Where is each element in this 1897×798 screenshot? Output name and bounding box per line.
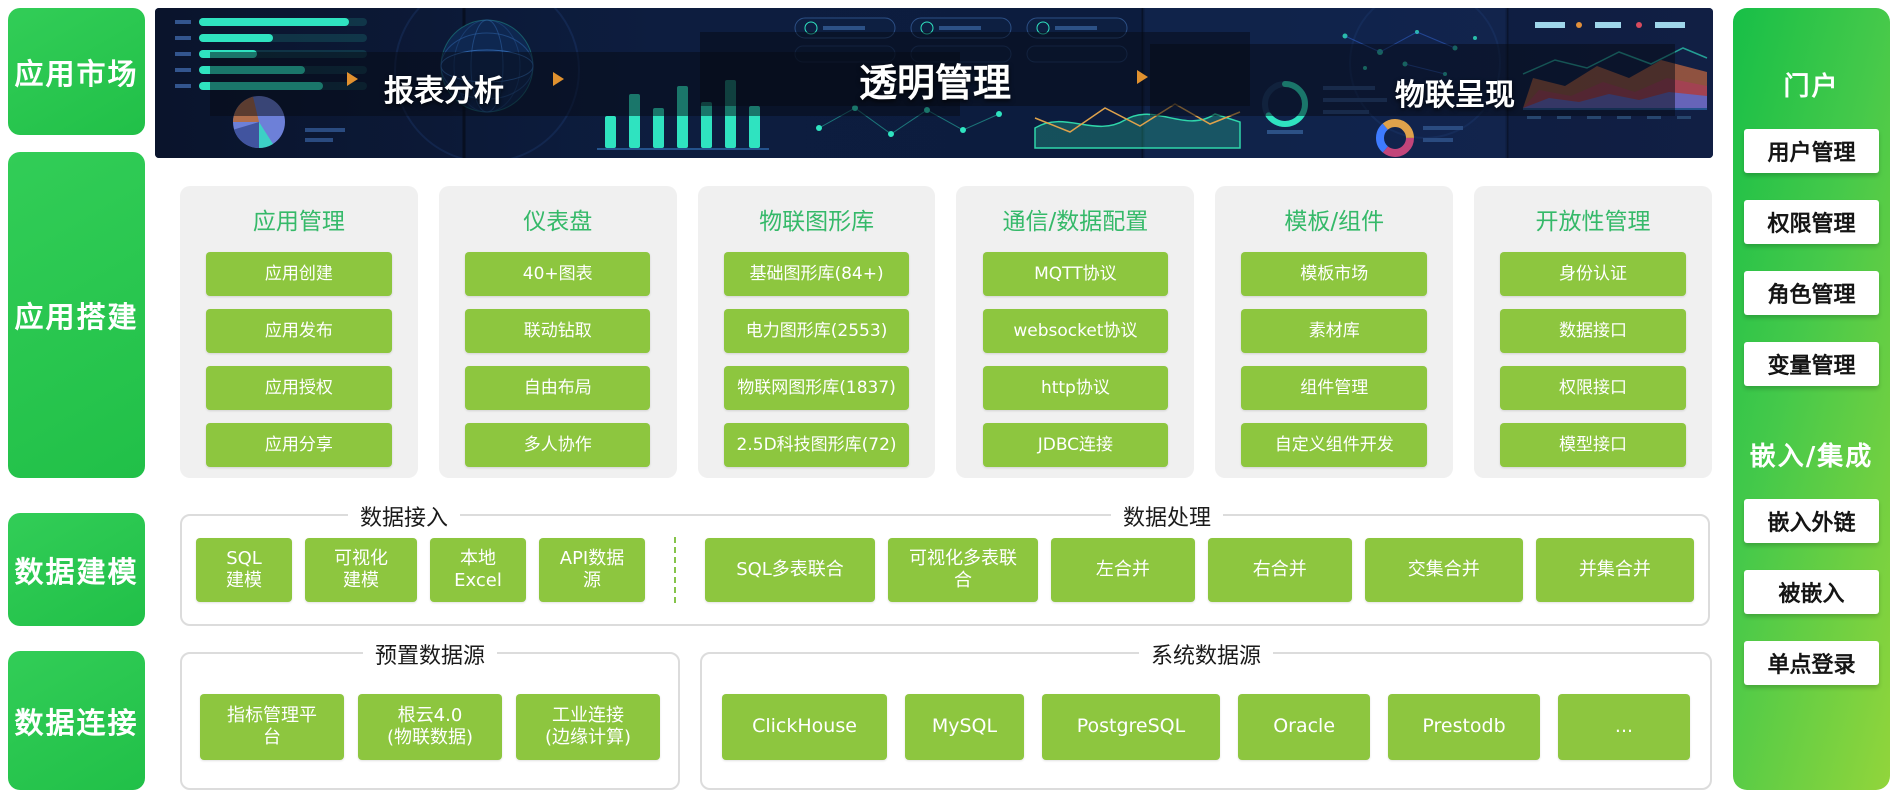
card-dashboard: 仪表盘 40+图表 联动钻取 自由布局 多人协作 (439, 186, 677, 478)
sidebar-button-single-sign-on[interactable]: 单点登录 (1744, 641, 1879, 685)
card-title: 开放性管理 (1474, 202, 1712, 236)
feature-button[interactable]: 应用创建 (206, 252, 392, 296)
feature-button[interactable]: JDBC连接 (983, 423, 1169, 467)
feature-button[interactable]: 应用授权 (206, 366, 392, 410)
left-nav-data-modeling[interactable]: 数据建模 (8, 513, 145, 626)
feature-button[interactable]: 数据接口 (1500, 309, 1686, 353)
arrow-marker-icon (347, 72, 358, 86)
card-title: 仪表盘 (439, 202, 677, 236)
feature-button[interactable]: 指标管理平 台 (200, 694, 344, 760)
card-communication-data-config: 通信/数据配置 MQTT协议 websocket协议 http协议 JDBC连接 (956, 186, 1194, 478)
feature-cards-row: 应用管理 应用创建 应用发布 应用授权 应用分享 仪表盘 40+图表 联动钻取 … (180, 186, 1712, 478)
sidebar-header-embed-integration: 嵌入/集成 (1744, 436, 1879, 473)
preset-datasource-panel: 预置数据源 指标管理平 台 根云4.0 (物联数据) 工业连接 (边缘计算) (180, 652, 680, 790)
feature-button[interactable]: 多人协作 (465, 423, 651, 467)
feature-button[interactable]: 物联网图形库(1837) (724, 366, 910, 410)
data-modeling-buttons: SQL 建模 可视化 建模 本地 Excel API数据 源 SQL多表联合 可… (182, 516, 1708, 624)
card-template-component: 模板/组件 模板市场 素材库 组件管理 自定义组件开发 (1215, 186, 1453, 478)
sidebar-button-embed-external-link[interactable]: 嵌入外链 (1744, 499, 1879, 543)
feature-button[interactable]: 根云4.0 (物联数据) (358, 694, 502, 760)
feature-button[interactable]: 可视化多表联 合 (888, 538, 1038, 602)
card-app-management: 应用管理 应用创建 应用发布 应用授权 应用分享 (180, 186, 418, 478)
feature-button[interactable]: 左合并 (1051, 538, 1195, 602)
card-title: 应用管理 (180, 202, 418, 236)
feature-button[interactable]: 联动钻取 (465, 309, 651, 353)
banner-title-iot-presentation: 物联呈现 (1395, 70, 1515, 114)
feature-button[interactable]: 本地 Excel (430, 538, 526, 602)
feature-button[interactable]: SQL多表联合 (705, 538, 875, 602)
feature-button[interactable]: 交集合并 (1365, 538, 1523, 602)
legend-system-datasource: 系统数据源 (1139, 638, 1273, 670)
feature-button[interactable]: 模板市场 (1241, 252, 1427, 296)
card-title: 物联图形库 (698, 202, 936, 236)
feature-button[interactable]: 工业连接 (边缘计算) (516, 694, 660, 760)
card-openness-management: 开放性管理 身份认证 数据接口 权限接口 模型接口 (1474, 186, 1712, 478)
feature-button[interactable]: 可视化 建模 (305, 538, 417, 602)
system-datasource-panel: 系统数据源 ClickHouse MySQL PostgreSQL Oracle… (700, 652, 1712, 790)
sidebar-button-user-management[interactable]: 用户管理 (1744, 129, 1879, 173)
feature-button[interactable]: Prestodb (1388, 694, 1540, 760)
banner-title-transparent-management: 透明管理 (859, 52, 1011, 107)
feature-button[interactable]: 2.5D科技图形库(72) (724, 423, 910, 467)
sidebar-header-portal: 门户 (1744, 66, 1879, 103)
legend-data-access: 数据接入 (348, 500, 460, 532)
feature-button[interactable]: ClickHouse (722, 694, 887, 760)
right-sidebar: 门户 用户管理 权限管理 角色管理 变量管理 嵌入/集成 嵌入外链 被嵌入 单点… (1733, 8, 1890, 790)
feature-button[interactable]: SQL 建模 (196, 538, 292, 602)
feature-button[interactable]: PostgreSQL (1042, 694, 1220, 760)
sidebar-button-permission-management[interactable]: 权限管理 (1744, 200, 1879, 244)
feature-button[interactable]: 电力图形库(2553) (724, 309, 910, 353)
feature-button[interactable]: 素材库 (1241, 309, 1427, 353)
feature-button[interactable]: 权限接口 (1500, 366, 1686, 410)
dashed-divider (674, 537, 676, 603)
legend-data-process: 数据处理 (1111, 500, 1223, 532)
legend-preset-datasource: 预置数据源 (363, 638, 497, 670)
card-title: 模板/组件 (1215, 202, 1453, 236)
feature-button[interactable]: MySQL (905, 694, 1024, 760)
feature-button[interactable]: 组件管理 (1241, 366, 1427, 410)
feature-button[interactable]: 应用发布 (206, 309, 392, 353)
sidebar-button-variable-management[interactable]: 变量管理 (1744, 342, 1879, 386)
left-nav-data-connect[interactable]: 数据连接 (8, 651, 145, 790)
card-iot-graphics-library: 物联图形库 基础图形库(84+) 电力图形库(2553) 物联网图形库(1837… (698, 186, 936, 478)
feature-button[interactable]: 基础图形库(84+) (724, 252, 910, 296)
banner-title-report-analysis: 报表分析 (384, 66, 504, 110)
sidebar-button-role-management[interactable]: 角色管理 (1744, 271, 1879, 315)
feature-button[interactable]: MQTT协议 (983, 252, 1169, 296)
feature-button[interactable]: 40+图表 (465, 252, 651, 296)
arrow-marker-icon (553, 72, 564, 86)
banner-collage: 报表分析 透明管理 物联呈现 (155, 8, 1713, 158)
left-nav-app-market[interactable]: 应用市场 (8, 8, 145, 135)
feature-button[interactable]: ... (1558, 694, 1690, 760)
feature-button[interactable]: 右合并 (1208, 538, 1352, 602)
feature-button[interactable]: Oracle (1238, 694, 1370, 760)
card-title: 通信/数据配置 (956, 202, 1194, 236)
feature-button[interactable]: 身份认证 (1500, 252, 1686, 296)
feature-button[interactable]: 模型接口 (1500, 423, 1686, 467)
feature-button[interactable]: http协议 (983, 366, 1169, 410)
product-architecture-page: 应用市场 应用搭建 数据建模 数据连接 (0, 0, 1897, 798)
feature-button[interactable]: websocket协议 (983, 309, 1169, 353)
feature-button[interactable]: 自由布局 (465, 366, 651, 410)
feature-button[interactable]: API数据 源 (539, 538, 645, 602)
feature-button[interactable]: 自定义组件开发 (1241, 423, 1427, 467)
left-nav-app-build[interactable]: 应用搭建 (8, 152, 145, 478)
data-modeling-panel: 数据接入 数据处理 SQL 建模 可视化 建模 本地 Excel API数据 源… (180, 514, 1710, 626)
feature-button[interactable]: 并集合并 (1536, 538, 1694, 602)
arrow-marker-icon (1137, 70, 1148, 84)
sidebar-button-embedded[interactable]: 被嵌入 (1744, 570, 1879, 614)
feature-button[interactable]: 应用分享 (206, 423, 392, 467)
